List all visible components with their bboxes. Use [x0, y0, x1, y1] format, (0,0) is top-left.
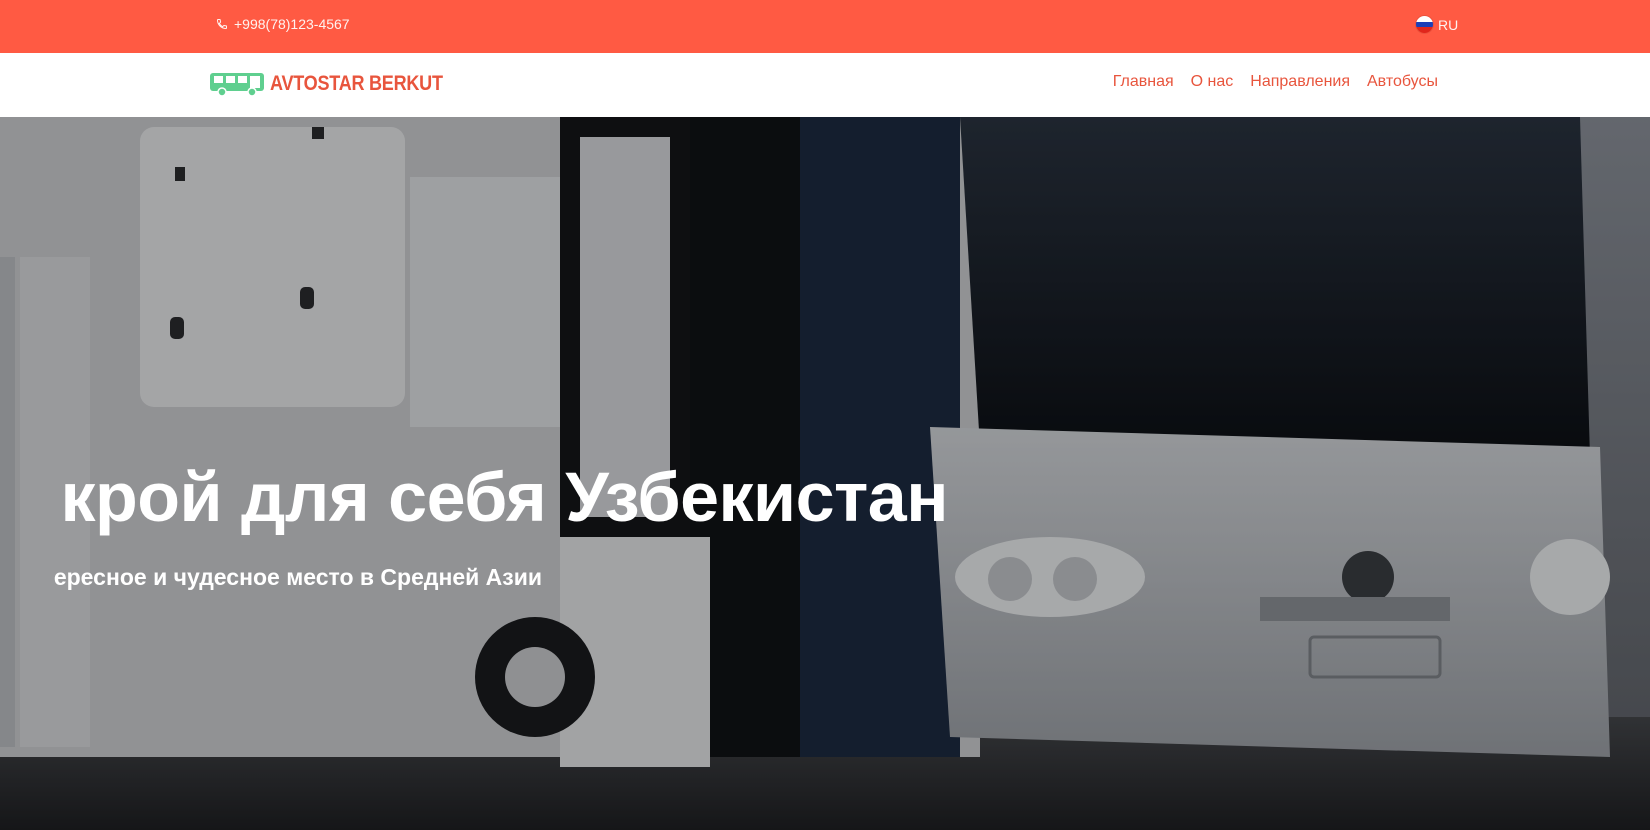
nav-menu: Главная О нас Направления Автобусы: [1096, 73, 1438, 91]
hero-title: крой для себя Узбекистан: [60, 458, 948, 536]
hero-banner: крой для себя Узбекистан ересное и чудес…: [0, 117, 1650, 830]
language-switcher[interactable]: RU: [1416, 16, 1458, 33]
bus-icon: [210, 73, 264, 97]
main-navbar: AVTOSTAR BERKUT Главная О нас Направлени…: [0, 53, 1650, 117]
phone-icon: [216, 19, 227, 30]
logo-text: AVTOSTAR BERKUT: [270, 72, 443, 95]
site-logo[interactable]: AVTOSTAR BERKUT: [208, 70, 471, 98]
nav-link-buses[interactable]: Автобусы: [1367, 73, 1438, 91]
russia-flag-icon: [1416, 16, 1433, 33]
nav-link-about[interactable]: О нас: [1191, 73, 1234, 91]
nav-link-home[interactable]: Главная: [1113, 73, 1174, 91]
hero-subtitle: ересное и чудесное место в Средней Азии: [53, 564, 542, 590]
language-label: RU: [1438, 16, 1459, 33]
top-bar: +998(78)123-4567 RU: [0, 0, 1650, 53]
phone-contact[interactable]: +998(78)123-4567: [216, 16, 350, 32]
nav-link-directions[interactable]: Направления: [1250, 73, 1350, 91]
phone-number: +998(78)123-4567: [234, 16, 350, 32]
